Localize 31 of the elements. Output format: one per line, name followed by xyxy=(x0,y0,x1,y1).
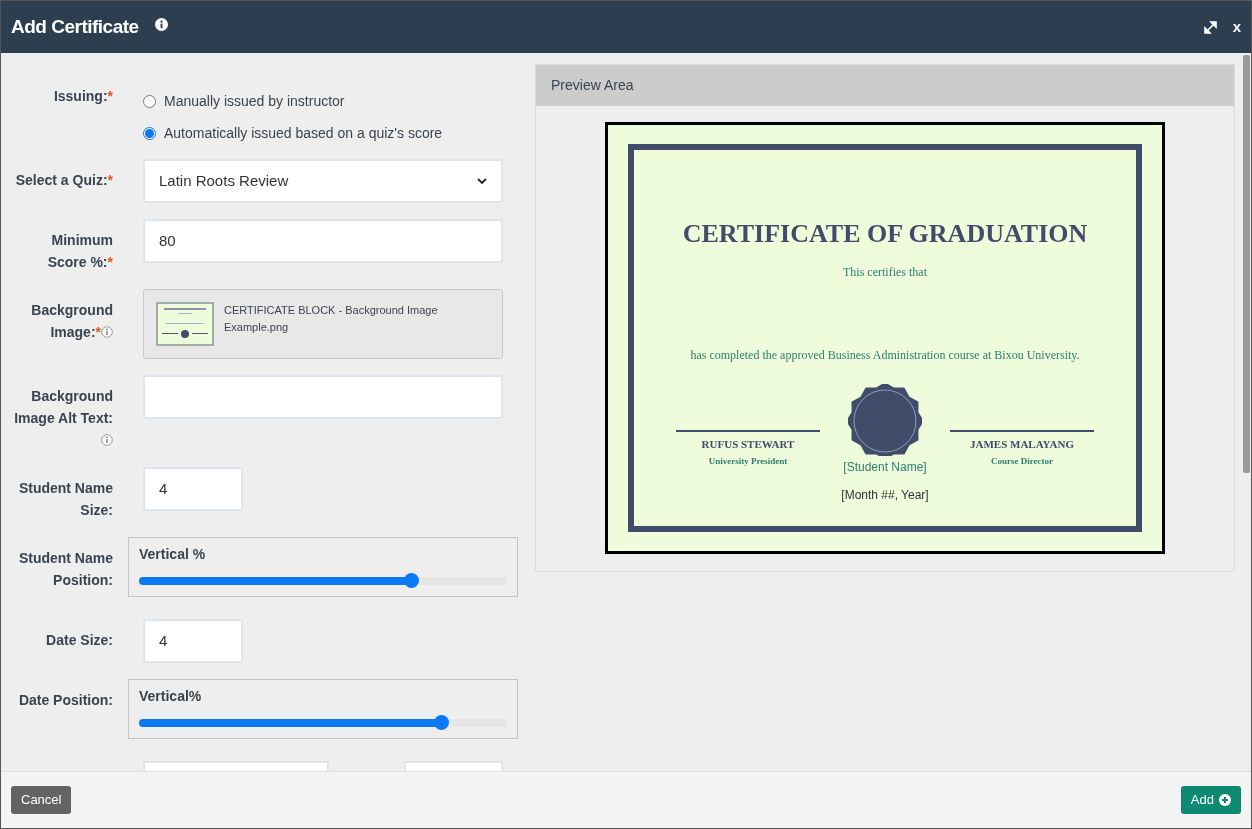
signatory-role: University President xyxy=(707,454,789,468)
field-label: Issuing:* xyxy=(52,87,113,106)
field-label: Background Image Alt Text: xyxy=(9,375,113,451)
cancel-button[interactable]: Cancel xyxy=(11,786,72,814)
input-field[interactable]: 80 xyxy=(143,219,503,263)
field-label: Student Name Size: xyxy=(17,479,113,520)
input-field[interactable]: 4 xyxy=(143,619,243,663)
window-title: Add Certificate xyxy=(11,14,139,39)
field-label: Date Position: xyxy=(17,691,113,710)
quiz-select[interactable]: Latin Roots Review xyxy=(143,159,503,203)
field-label: Date Size: xyxy=(45,631,113,650)
radio-label[interactable]: Manually issued by instructor xyxy=(164,90,345,112)
field-label: Select a Quiz:* xyxy=(14,171,113,190)
signatory-role: Course Director xyxy=(989,454,1055,468)
field-label: Minimum Score %:* xyxy=(46,231,113,272)
slider-caption: Vertical % xyxy=(139,545,207,564)
input-field[interactable]: 4 xyxy=(143,467,243,511)
add-button[interactable]: Add xyxy=(1180,786,1241,814)
signatory-name: RUFUS STEWART xyxy=(700,437,796,452)
file-upload-box[interactable]: CERTIFICATE BLOCK - Background Image Example.png xyxy=(143,289,503,359)
close-button[interactable]: x xyxy=(1232,15,1241,39)
radio-label[interactable]: Automatically issued based on a quiz's score xyxy=(164,122,443,144)
panel-title: Preview Area xyxy=(551,76,634,95)
certificate-heading: CERTIFICATE OF GRADUATION xyxy=(681,218,1089,250)
signatory-name: JAMES MALAYANG xyxy=(969,437,1075,452)
certificate-text: has completed the approved Business Administration course at Bixou University. xyxy=(689,347,1081,364)
slider-caption: Vertical% xyxy=(139,687,203,706)
field-label: Student Name Position: xyxy=(17,549,113,590)
field-label: Background Image:* xyxy=(30,301,113,342)
file-name: CERTIFICATE BLOCK - Background Image Example.png xyxy=(224,303,439,335)
certificate-text: This certifies that xyxy=(842,264,928,281)
